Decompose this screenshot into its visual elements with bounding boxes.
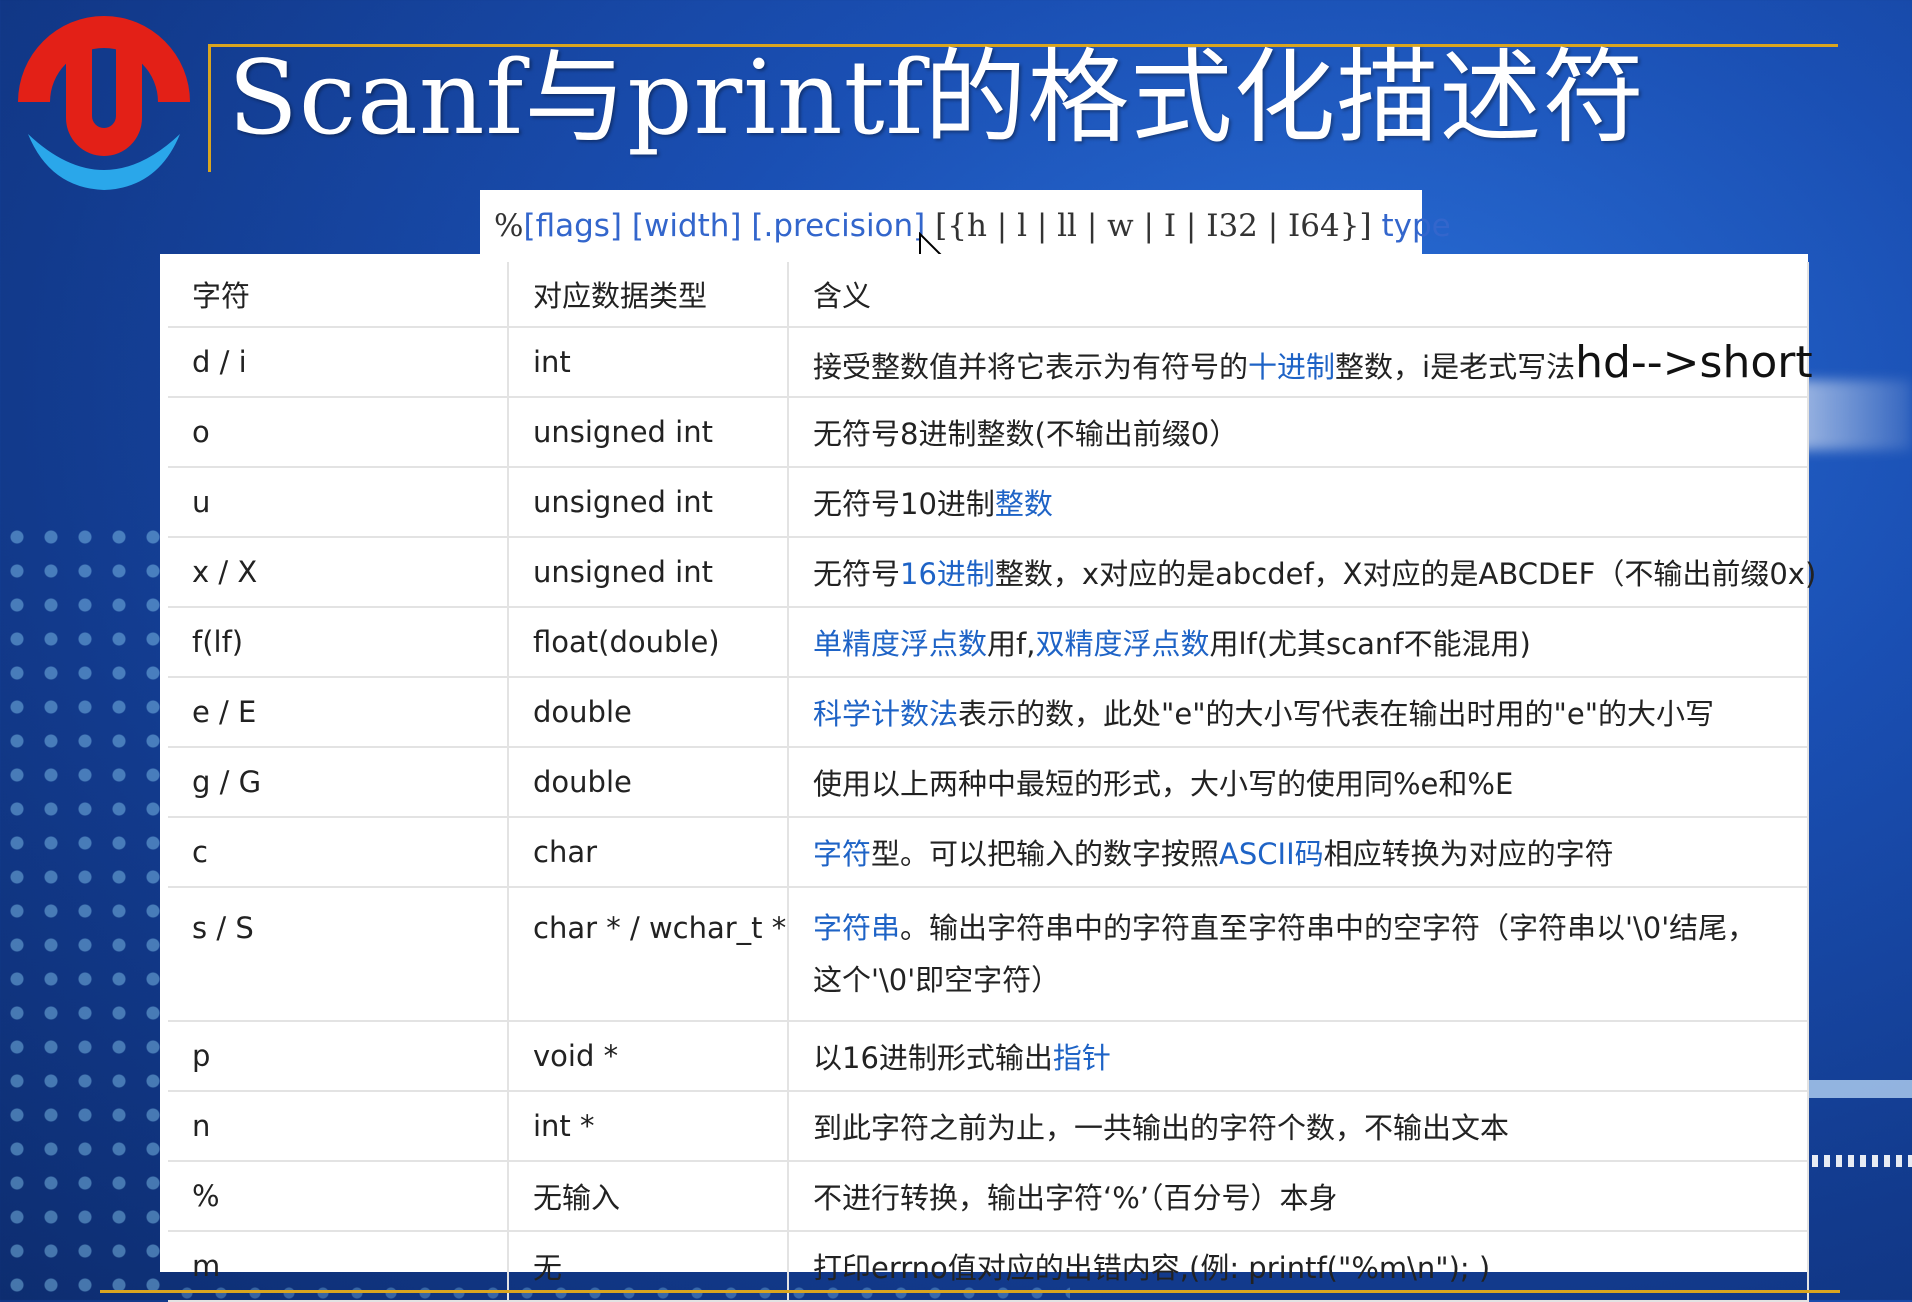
table-row: s / S char * / wchar_t * 字符串。输出字符串中的字符直至… (168, 887, 1809, 1022)
meaning-text: 接受整数值并将它表示为有符号的 (813, 349, 1249, 384)
cell-char: c (168, 817, 509, 888)
meaning-text: 型。可以把输入的数字按照 (871, 837, 1220, 871)
cell-char: x / X (168, 537, 509, 608)
meaning-text: 用f, (987, 627, 1036, 661)
meaning-link[interactable]: 字符 (813, 837, 871, 871)
table-row: % 无输入 不进行转换，输出字符‘%’（百分号）本身 (168, 1161, 1809, 1232)
meaning-link[interactable]: 双精度浮点数 (1035, 627, 1209, 661)
meaning-link[interactable]: ASCII码 (1219, 837, 1324, 871)
meaning-link[interactable]: 十进制 (1248, 350, 1335, 384)
meaning-text: 无符号 (813, 557, 901, 591)
cell-char: n (168, 1091, 509, 1162)
meaning-text: 无符号8进制整数(不输出前缀0） (813, 417, 1239, 451)
cell-meaning: 不进行转换，输出字符‘%’（百分号）本身 (788, 1161, 1809, 1232)
cell-char: % (168, 1161, 509, 1232)
cell-meaning: 接受整数值并将它表示为有符号的十进制整数，i是老式写法hd-->short (788, 327, 1813, 398)
cell-meaning: 到此字符之前为止，一共输出的字符个数，不输出文本 (788, 1091, 1809, 1162)
meaning-text: 到此字符之前为止，一共输出的字符个数，不输出文本 (813, 1111, 1510, 1145)
table-row: x / X unsigned int 无符号16进制整数，x对应的是abcdef… (168, 537, 1816, 608)
cell-meaning: 字符串。输出字符串中的字符直至字符串中的空字符（字符串以'\0'结尾，这个'\0… (788, 887, 1809, 1022)
cell-char: d / i (168, 327, 509, 398)
cell-meaning: 无符号8进制整数(不输出前缀0） (788, 397, 1809, 468)
meaning-link[interactable]: 整数 (995, 487, 1053, 521)
table-row: g / G double 使用以上两种中最短的形式，大小写的使用同%e和%E (168, 747, 1809, 818)
meaning-text: 无符号10进制 (813, 487, 995, 521)
syntax-size-options: | l | ll | w | I | I32 | I64}] (996, 208, 1372, 244)
table-row: u unsigned int 无符号10进制整数 (168, 467, 1809, 538)
meaning-link[interactable]: 单精度浮点数 (813, 627, 987, 661)
header-char: 字符 (168, 262, 509, 328)
cell-meaning: 无符号16进制整数，x对应的是abcdef，X对应的是ABCDEF（不输出前缀0… (788, 537, 1816, 608)
cell-meaning: 单精度浮点数用f,双精度浮点数用lf(尤其scanf不能混用) (788, 607, 1809, 678)
cell-char: g / G (168, 747, 509, 818)
format-table: 字符 对应数据类型 含义 d / i int 接受整数值并将它表示为有符号的十进… (168, 262, 1816, 1302)
cell-type: int (508, 327, 789, 398)
table-row: f(lf) float(double) 单精度浮点数用f,双精度浮点数用lf(尤… (168, 607, 1809, 678)
cell-char: u (168, 467, 509, 538)
cell-char: f(lf) (168, 607, 509, 678)
meaning-text: 以16进制形式输出 (813, 1041, 1053, 1075)
cell-type: char * / wchar_t * (508, 887, 789, 1022)
meaning-text: 使用以上两种中最短的形式，大小写的使用同%e和%E (813, 767, 1514, 801)
cell-meaning: 以16进制形式输出指针 (788, 1021, 1809, 1092)
cell-type: double (508, 677, 789, 748)
cell-meaning: 无符号10进制整数 (788, 467, 1809, 538)
cell-meaning: 字符型。可以把输入的数字按照ASCII码相应转换为对应的字符 (788, 817, 1809, 888)
cell-type: char (508, 817, 789, 888)
syntax-width: [width] (631, 208, 742, 244)
syntax-precision: [.precision] (751, 208, 926, 244)
background-dot-pattern (0, 520, 180, 1300)
cell-char: o (168, 397, 509, 468)
cell-type: unsigned int (508, 467, 789, 538)
cell-type: float(double) (508, 607, 789, 678)
table-row: o unsigned int 无符号8进制整数(不输出前缀0） (168, 397, 1809, 468)
cell-type: unsigned int (508, 537, 789, 608)
background-light-ticks (1800, 1155, 1912, 1167)
header-meaning: 含义 (788, 262, 1809, 328)
syntax-flags: [flags] (523, 208, 623, 244)
cell-type: unsigned int (508, 397, 789, 468)
meaning-text: 整数，x对应的是abcdef，X对应的是ABCDEF（不输出前缀0x) (994, 557, 1817, 591)
cell-meaning: 科学计数法表示的数，此处"e"的大小写代表在输出时用的"e"的大小写 (788, 677, 1809, 748)
meaning-text: 打印errno值对应的出错内容,(例: printf("%m\n"); ) (813, 1251, 1491, 1285)
cell-type: int * (508, 1091, 789, 1162)
format-table-container: 字符 对应数据类型 含义 d / i int 接受整数值并将它表示为有符号的十进… (160, 254, 1816, 1302)
cell-char: e / E (168, 677, 509, 748)
syntax-prefix: % (494, 208, 524, 244)
table-row: p void * 以16进制形式输出指针 (168, 1021, 1809, 1092)
table-row: c char 字符型。可以把输入的数字按照ASCII码相应转换为对应的字符 (168, 817, 1809, 888)
table-row: e / E double 科学计数法表示的数，此处"e"的大小写代表在输出时用的… (168, 677, 1809, 748)
syntax-type: type (1381, 208, 1451, 244)
meaning-text: 相应转换为对应的字符 (1323, 837, 1614, 871)
meaning-link[interactable]: 字符串 (813, 911, 900, 945)
title-accent-bar (208, 44, 211, 172)
meaning-text: 表示的数，此处"e"的大小写代表在输出时用的"e"的大小写 (958, 697, 1715, 731)
cell-type: void * (508, 1021, 789, 1092)
meaning-text: 不进行转换，输出字符‘%’（百分号）本身 (813, 1181, 1338, 1215)
handwritten-note: hd-->short (1575, 336, 1813, 388)
cell-type: 无输入 (508, 1161, 789, 1232)
meaning-link[interactable]: 指针 (1053, 1041, 1111, 1075)
cell-char: s / S (168, 887, 509, 1022)
table-row: d / i int 接受整数值并将它表示为有符号的十进制整数，i是老式写法hd-… (168, 327, 1813, 398)
format-syntax: %[flags] [width] [.precision] [{h | l | … (480, 190, 1451, 256)
meaning-text: 整数，i是老式写法 (1335, 349, 1576, 384)
cell-meaning: 使用以上两种中最短的形式，大小写的使用同%e和%E (788, 747, 1809, 818)
cell-char: p (168, 1021, 509, 1092)
meaning-link[interactable]: 科学计数法 (813, 697, 958, 731)
bottom-accent-line (100, 1290, 1840, 1293)
table-row: n int * 到此字符之前为止，一共输出的字符个数，不输出文本 (168, 1091, 1809, 1162)
logo-icon (18, 16, 190, 190)
meaning-text: 用lf(尤其scanf不能混用) (1209, 627, 1531, 661)
header-type: 对应数据类型 (508, 262, 789, 328)
meaning-link[interactable]: 16进制 (900, 557, 995, 591)
cell-type: double (508, 747, 789, 818)
meaning-text: 。输出字符串中的字符直至字符串中的空字符（字符串以'\0'结尾，这个'\0'即空… (813, 911, 1757, 997)
page-title: Scanf与printf的格式化描述符 (228, 39, 1646, 158)
table-header-row: 字符 对应数据类型 含义 (168, 262, 1809, 328)
